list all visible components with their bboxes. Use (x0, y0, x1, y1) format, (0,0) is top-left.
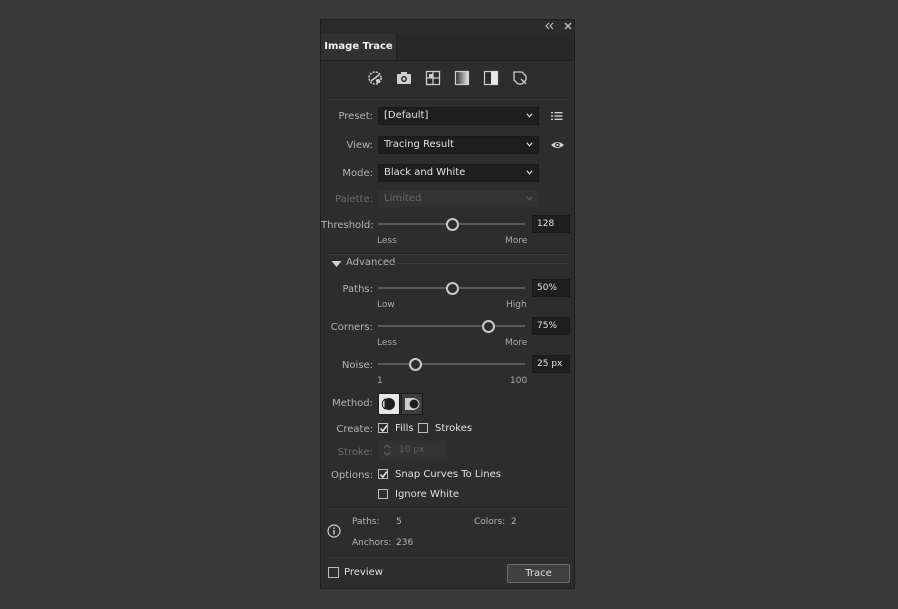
ignore-white-checkbox[interactable] (378, 489, 388, 499)
stroke-label: Stroke: (337, 447, 373, 458)
view-dropdown[interactable]: Tracing Result (378, 136, 539, 154)
divider (327, 98, 568, 100)
paths-min-label: Low (377, 300, 395, 310)
ignore-white-label: Ignore White (395, 489, 460, 500)
chevron-down-icon (526, 113, 533, 118)
advanced-toggle[interactable]: Advanced (346, 257, 395, 268)
palette-label: Palette: (334, 194, 373, 205)
slider-thumb[interactable] (482, 320, 496, 333)
preview-checkbox[interactable] (328, 567, 339, 578)
info-colors-label: Colors: (474, 517, 506, 527)
slider-thumb[interactable] (445, 218, 459, 231)
divider (327, 507, 568, 509)
corners-min-label: Less (377, 338, 397, 348)
corners-max-label: More (505, 338, 528, 348)
overlapping-method-icon (405, 398, 420, 410)
slider-thumb[interactable] (408, 358, 422, 371)
method-abutting-button[interactable] (378, 393, 400, 415)
tab-image-trace[interactable]: Image Trace (321, 34, 397, 60)
info-colors-value: 2 (511, 517, 517, 527)
triangle-down-icon[interactable] (331, 260, 342, 271)
outline-preset-icon[interactable] (512, 70, 528, 86)
method-label: Method: (332, 398, 373, 409)
trace-button[interactable]: Trace (507, 564, 570, 583)
snap-curves-checkbox[interactable] (378, 469, 388, 479)
view-label: View: (346, 140, 373, 151)
image-trace-panel: Image Trace Preset: [Default] View: Trac… (320, 19, 575, 589)
info-icon (327, 524, 341, 541)
noise-input[interactable]: 25 px (532, 355, 570, 373)
preset-label: Preset: (338, 111, 373, 122)
divider (327, 253, 568, 255)
strokes-checkbox[interactable] (418, 423, 428, 433)
preset-icon-toolbar (321, 66, 574, 92)
paths-slider[interactable] (378, 282, 525, 295)
snap-curves-label: Snap Curves To Lines (395, 469, 501, 480)
noise-label: Noise: (341, 360, 373, 371)
chevron-down-icon (526, 142, 533, 147)
preset-dropdown[interactable]: [Default] (378, 107, 539, 125)
threshold-label: Threshold: (321, 220, 374, 231)
divider (327, 556, 568, 558)
slider-track (378, 325, 525, 327)
checkmark-icon (379, 471, 388, 479)
info-anchors-label: Anchors: (352, 538, 392, 548)
create-label: Create: (336, 424, 373, 435)
tab-bar: Image Trace (321, 34, 574, 61)
noise-slider[interactable] (378, 358, 525, 371)
info-paths-label: Paths: (352, 517, 380, 527)
strokes-label: Strokes (435, 423, 473, 434)
mode-value: Black and White (384, 167, 466, 178)
threshold-max-label: More (505, 236, 528, 246)
checkmark-icon (379, 425, 388, 433)
chevron-down-icon (526, 196, 533, 201)
list-menu-icon[interactable] (550, 110, 564, 125)
slider-thumb[interactable] (445, 282, 459, 295)
mode-dropdown[interactable]: Black and White (378, 164, 539, 182)
threshold-min-label: Less (377, 236, 397, 246)
threshold-slider[interactable] (378, 218, 525, 231)
fills-checkbox[interactable] (378, 423, 388, 433)
info-anchors-value: 236 (396, 538, 414, 548)
divider (393, 263, 568, 264)
panel-title-bar[interactable] (321, 20, 574, 34)
noise-min-label: 1 (377, 376, 383, 386)
low-color-preset-icon[interactable] (425, 70, 441, 86)
corners-label: Corners: (330, 322, 373, 333)
info-paths-value: 5 (396, 517, 402, 527)
paths-label: Paths: (342, 284, 373, 295)
threshold-input[interactable]: 128 (532, 215, 570, 233)
abutting-method-icon (381, 398, 395, 410)
close-icon[interactable] (563, 21, 573, 35)
options-label: Options: (331, 470, 373, 481)
corners-input[interactable]: 75% (532, 317, 570, 335)
auto-color-preset-icon[interactable] (367, 70, 383, 86)
fills-label: Fills (395, 423, 414, 434)
preset-value: [Default] (384, 110, 429, 121)
grayscale-preset-icon[interactable] (454, 70, 470, 86)
slider-track (378, 363, 525, 365)
paths-max-label: High (506, 300, 527, 310)
high-color-preset-icon[interactable] (396, 70, 412, 86)
eye-icon[interactable] (550, 140, 565, 153)
stroke-value: 10 px (399, 445, 425, 455)
mode-label: Mode: (342, 168, 373, 179)
corners-slider[interactable] (378, 320, 525, 333)
double-chevron-left-icon[interactable] (544, 21, 554, 35)
stepper-icon (383, 443, 391, 464)
method-overlapping-button[interactable] (401, 393, 423, 415)
noise-max-label: 100 (510, 376, 528, 386)
chevron-down-icon (526, 170, 533, 175)
paths-input[interactable]: 50% (532, 279, 570, 297)
black-and-white-preset-icon[interactable] (483, 70, 499, 86)
view-value: Tracing Result (384, 139, 454, 150)
palette-dropdown: Limited (378, 190, 539, 208)
palette-value: Limited (384, 193, 422, 204)
preview-label: Preview (344, 567, 383, 578)
stroke-input: 10 px (378, 440, 448, 460)
